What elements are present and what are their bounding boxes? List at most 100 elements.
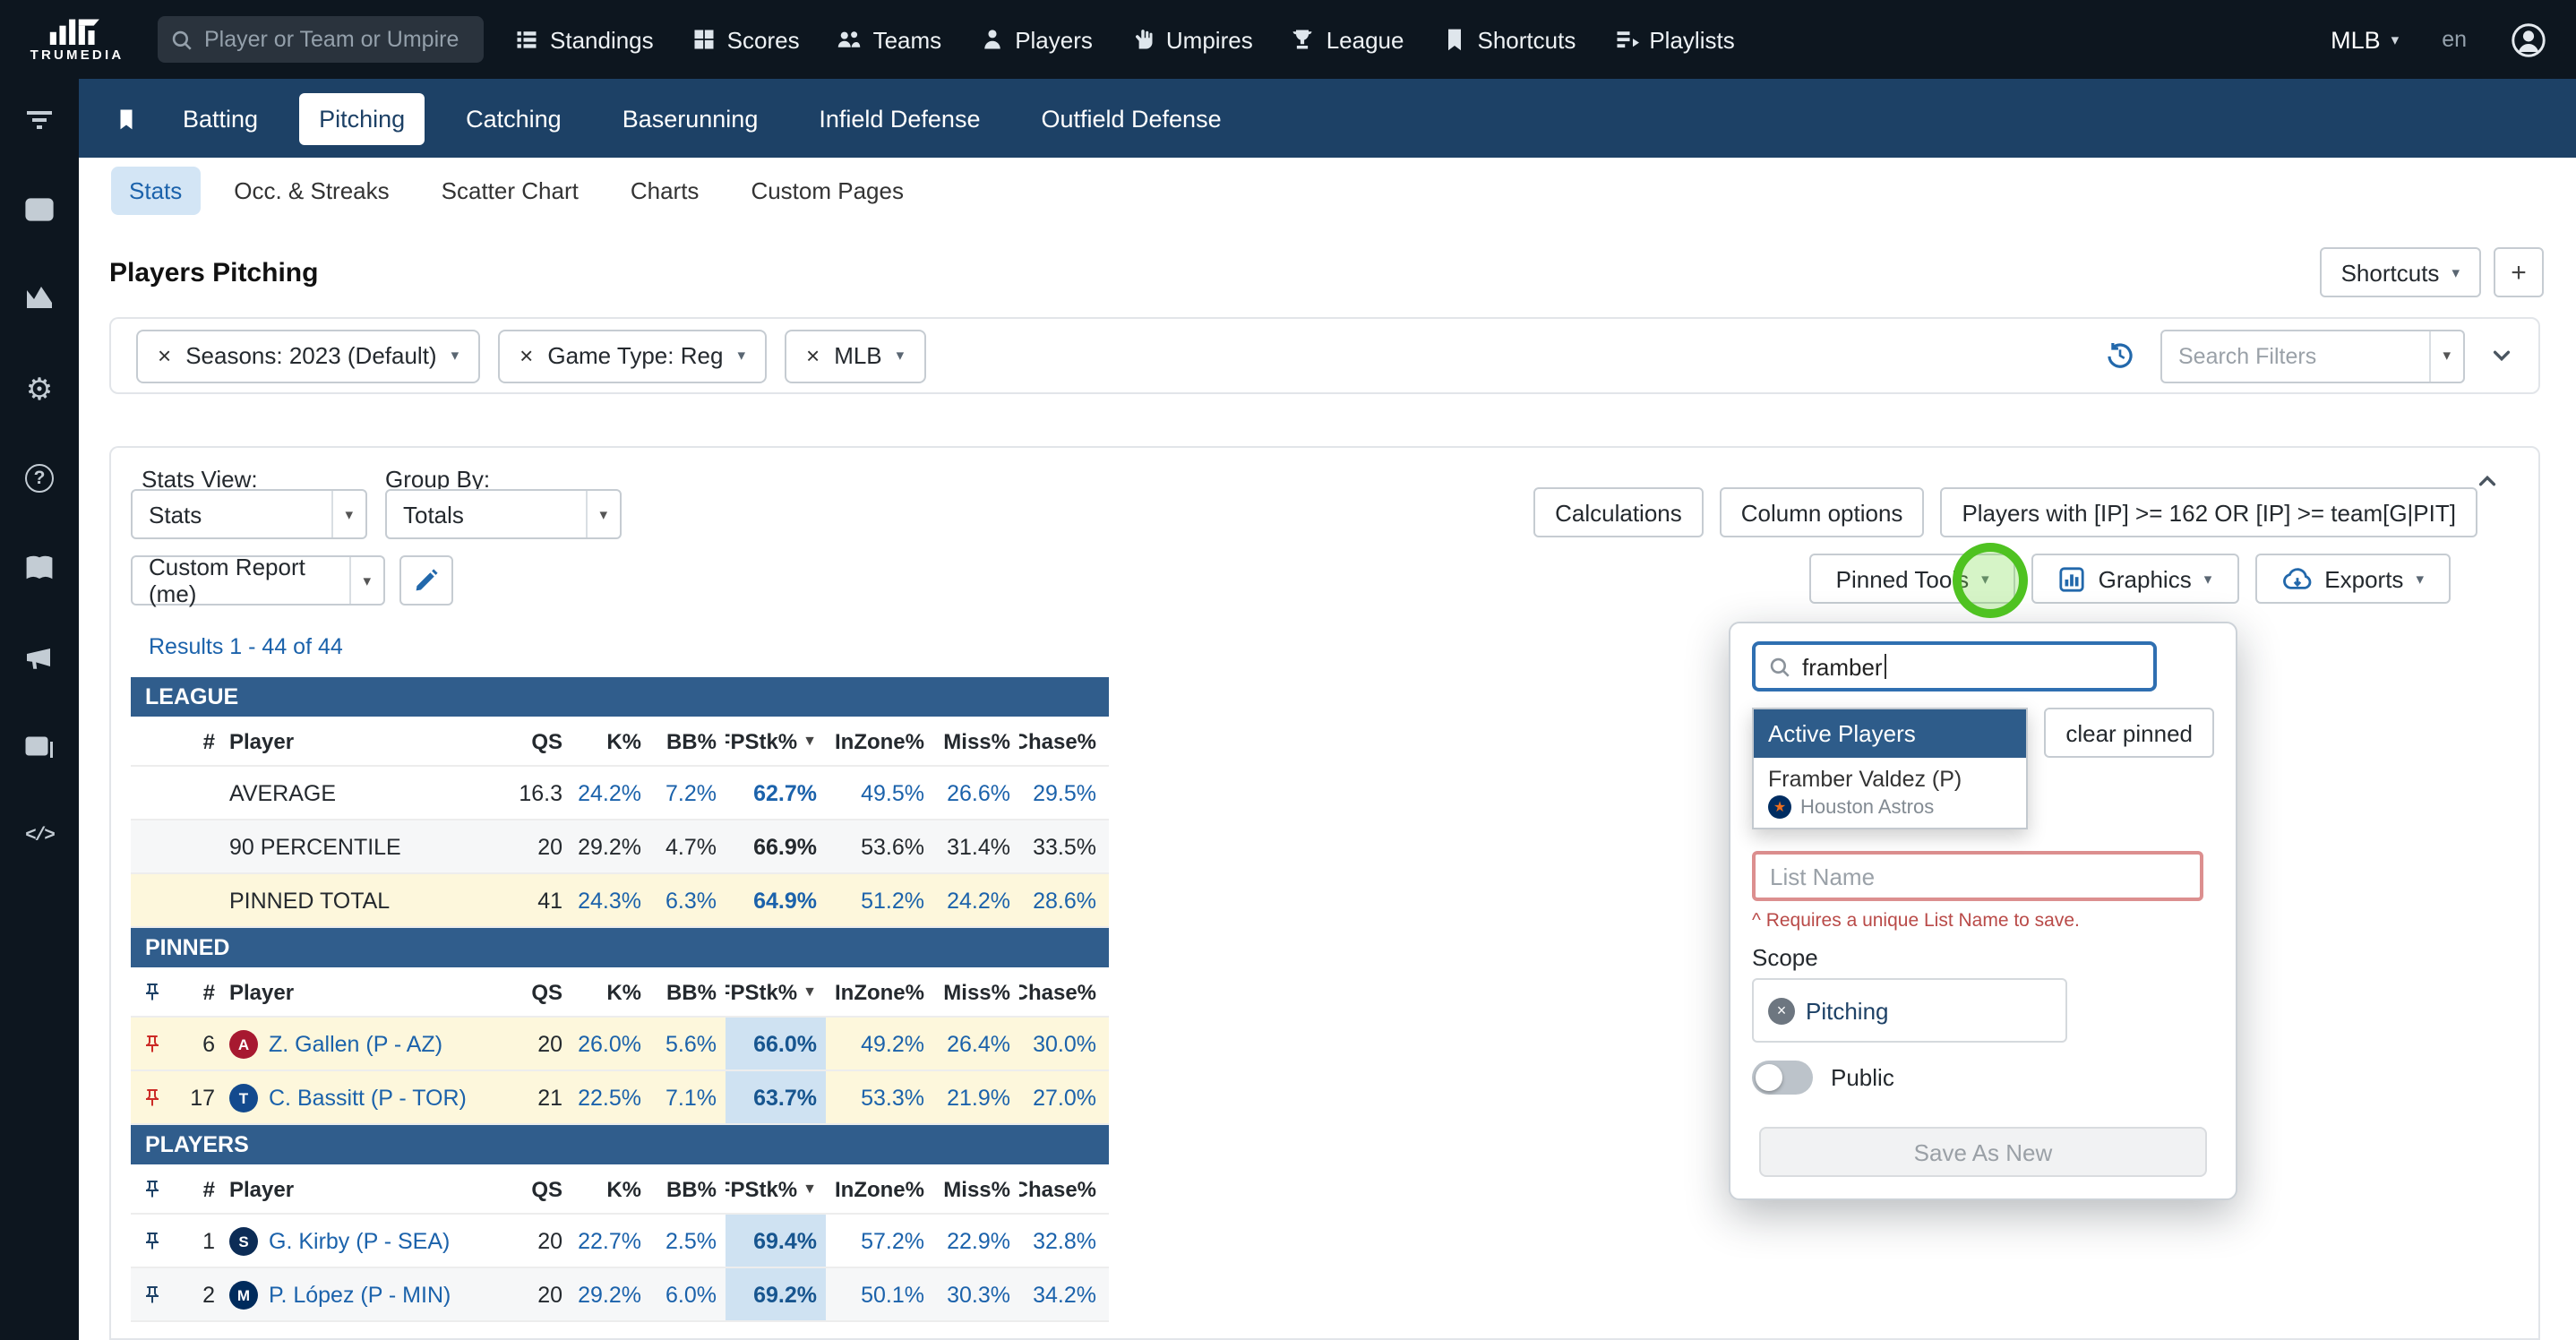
gear-icon[interactable]: ⚙ xyxy=(21,371,57,407)
stat-cell-inzone[interactable]: 57.2% xyxy=(826,1215,933,1267)
nav-teams[interactable]: Teams xyxy=(837,26,942,53)
stats-view-select[interactable]: Stats▾ xyxy=(131,489,367,539)
tab-infield-defense[interactable]: Infield Defense xyxy=(799,92,1000,144)
list-type-select[interactable]: ▾ Active Players Framber Valdez (P) ★ Ho… xyxy=(1752,708,2028,758)
table-row[interactable]: 90 PERCENTILE2029.2%4.7%66.9%53.6%31.4%3… xyxy=(131,820,1109,874)
stat-cell-fpstk[interactable]: 64.9% xyxy=(726,874,826,926)
nav-playlists[interactable]: Playlists xyxy=(1613,26,1734,53)
user-avatar[interactable] xyxy=(2510,21,2547,58)
pin-icon[interactable] xyxy=(131,1071,174,1123)
results-summary[interactable]: Results 1 - 44 of 44 xyxy=(149,634,343,659)
tab-baserunning[interactable]: Baserunning xyxy=(603,92,778,144)
language-selector[interactable]: en xyxy=(2442,27,2467,52)
table-row[interactable]: AVERAGE16.324.2%7.2%62.7%49.5%26.6%29.5% xyxy=(131,767,1109,820)
nav-shortcuts[interactable]: Shortcuts xyxy=(1442,26,1576,53)
stat-cell-miss[interactable]: 30.3% xyxy=(933,1268,1019,1320)
column-options-button[interactable]: Column options xyxy=(1720,487,1925,537)
stat-cell-k[interactable]: 26.0% xyxy=(571,1018,650,1069)
stat-cell-fpstk[interactable]: 69.4% xyxy=(726,1215,826,1267)
stat-cell-k[interactable]: 24.3% xyxy=(571,874,650,926)
stat-cell-k[interactable]: 29.2% xyxy=(571,1268,650,1320)
column-header-k[interactable]: K% xyxy=(571,717,650,765)
tab-batting[interactable]: Batting xyxy=(163,92,278,144)
stat-cell-inzone[interactable]: 49.5% xyxy=(826,767,933,819)
table-row[interactable]: 17TC. Bassitt (P - TOR)2122.5%7.1%63.7%5… xyxy=(131,1071,1109,1125)
tab-outfield-defense[interactable]: Outfield Defense xyxy=(1021,92,1241,144)
player-link[interactable]: G. Kirby (P - SEA) xyxy=(269,1228,450,1253)
remove-filter-icon[interactable]: × xyxy=(806,344,820,367)
nav-league[interactable]: League xyxy=(1291,26,1404,53)
chevron-down-icon[interactable]: ▾ xyxy=(2428,331,2463,381)
filter-menu-icon[interactable] xyxy=(21,102,57,138)
column-header-qs[interactable]: QS xyxy=(493,1164,571,1213)
calculations-button[interactable]: Calculations xyxy=(1533,487,1704,537)
clear-pinned-button[interactable]: clear pinned xyxy=(2044,708,2214,758)
pin-icon[interactable] xyxy=(131,1268,174,1320)
player-link[interactable]: C. Bassitt (P - TOR) xyxy=(269,1085,467,1110)
player-link[interactable]: P. López (P - MIN) xyxy=(269,1282,451,1307)
player-suggestion[interactable]: Framber Valdez (P) ★ Houston Astros xyxy=(1754,758,2026,828)
stat-cell-chase[interactable]: 32.8% xyxy=(1019,1215,1105,1267)
nav-scores[interactable]: Scores xyxy=(691,26,800,53)
stat-cell-fpstk[interactable]: 63.7% xyxy=(726,1071,826,1123)
save-as-new-button[interactable]: Save As New xyxy=(1759,1127,2207,1177)
column-header-bb[interactable]: BB% xyxy=(650,967,726,1016)
tab-pitching[interactable]: Pitching xyxy=(299,92,425,144)
stat-cell-chase[interactable]: 30.0% xyxy=(1019,1018,1105,1069)
column-header-bb[interactable]: BB% xyxy=(650,1164,726,1213)
table-row[interactable]: 6AZ. Gallen (P - AZ)2026.0%5.6%66.0%49.2… xyxy=(131,1018,1109,1071)
remove-filter-icon[interactable]: × xyxy=(519,344,533,367)
column-header-inzone[interactable]: InZone% xyxy=(826,1164,933,1213)
column-header-fpstk[interactable]: FPStk%▼ xyxy=(726,717,826,765)
viewtab-stats[interactable]: Stats xyxy=(111,166,200,214)
stat-cell-chase[interactable]: 27.0% xyxy=(1019,1071,1105,1123)
filter-expression-button[interactable]: Players with [IP] >= 162 OR [IP] >= team… xyxy=(1940,487,2477,537)
global-search[interactable] xyxy=(158,16,484,63)
column-header-player[interactable]: Player xyxy=(220,717,493,765)
stat-cell-k[interactable]: 22.5% xyxy=(571,1071,650,1123)
viewtab-charts[interactable]: Charts xyxy=(613,166,717,214)
viewtab-custom-pages[interactable]: Custom Pages xyxy=(733,166,922,214)
shortcuts-button[interactable]: Shortcuts▾ xyxy=(2320,247,2481,297)
stat-cell-fpstk[interactable]: 69.2% xyxy=(726,1268,826,1320)
stat-cell-chase[interactable]: 29.5% xyxy=(1019,767,1105,819)
remove-scope-icon[interactable]: × xyxy=(1768,997,1795,1024)
stat-cell-chase[interactable]: 28.6% xyxy=(1019,874,1105,926)
column-header-fpstk[interactable]: FPStk%▼ xyxy=(726,967,826,1016)
custom-report-select[interactable]: Custom Report (me)▾ xyxy=(131,555,385,606)
global-search-input[interactable] xyxy=(204,27,469,52)
nav-standings[interactable]: Standings xyxy=(514,26,654,53)
trumedia-logo[interactable]: TRUMEDIA xyxy=(0,16,154,63)
pin-icon[interactable] xyxy=(131,1018,174,1069)
stat-cell-bb[interactable]: 2.5% xyxy=(650,1215,726,1267)
stat-cell-bb[interactable]: 7.2% xyxy=(650,767,726,819)
stat-cell-bb[interactable]: 7.1% xyxy=(650,1071,726,1123)
public-toggle[interactable] xyxy=(1752,1061,1813,1095)
search-filters-input[interactable]: ▾ xyxy=(2160,329,2465,382)
stat-cell-miss[interactable]: 21.9% xyxy=(933,1071,1019,1123)
remove-filter-icon[interactable]: × xyxy=(158,344,171,367)
list-name-input[interactable] xyxy=(1752,851,2203,901)
filter-chip-mlb[interactable]: ×MLB▾ xyxy=(785,329,925,382)
filter-history-icon[interactable] xyxy=(2105,340,2135,371)
edit-report-button[interactable] xyxy=(399,555,453,606)
group-by-select[interactable]: Totals▾ xyxy=(385,489,622,539)
gallery-icon[interactable] xyxy=(21,729,57,765)
column-header-inzone[interactable]: InZone% xyxy=(826,717,933,765)
bookmark-icon[interactable] xyxy=(115,105,138,132)
nav-players[interactable]: Players xyxy=(979,26,1093,53)
filter-chip-seasons[interactable]: ×Seasons: 2023 (Default)▾ xyxy=(136,329,480,382)
add-page-button[interactable]: + xyxy=(2494,247,2544,297)
stat-cell-bb[interactable]: 6.0% xyxy=(650,1268,726,1320)
stat-cell-inzone[interactable]: 53.3% xyxy=(826,1071,933,1123)
stat-cell-bb[interactable]: 5.6% xyxy=(650,1018,726,1069)
column-header-fpstk[interactable]: FPStk%▼ xyxy=(726,1164,826,1213)
league-selector[interactable]: MLB ▾ xyxy=(2331,26,2399,53)
stat-cell-bb[interactable]: 6.3% xyxy=(650,874,726,926)
stat-cell-chase[interactable]: 34.2% xyxy=(1019,1268,1105,1320)
column-header-chase[interactable]: Chase% xyxy=(1019,1164,1105,1213)
column-header-player[interactable]: Player xyxy=(220,967,493,1016)
code-icon[interactable]: </> xyxy=(21,819,57,855)
stat-cell-fpstk[interactable]: 62.7% xyxy=(726,767,826,819)
pinned-tools-button[interactable]: Pinned Tools ▾ xyxy=(1809,554,2016,604)
